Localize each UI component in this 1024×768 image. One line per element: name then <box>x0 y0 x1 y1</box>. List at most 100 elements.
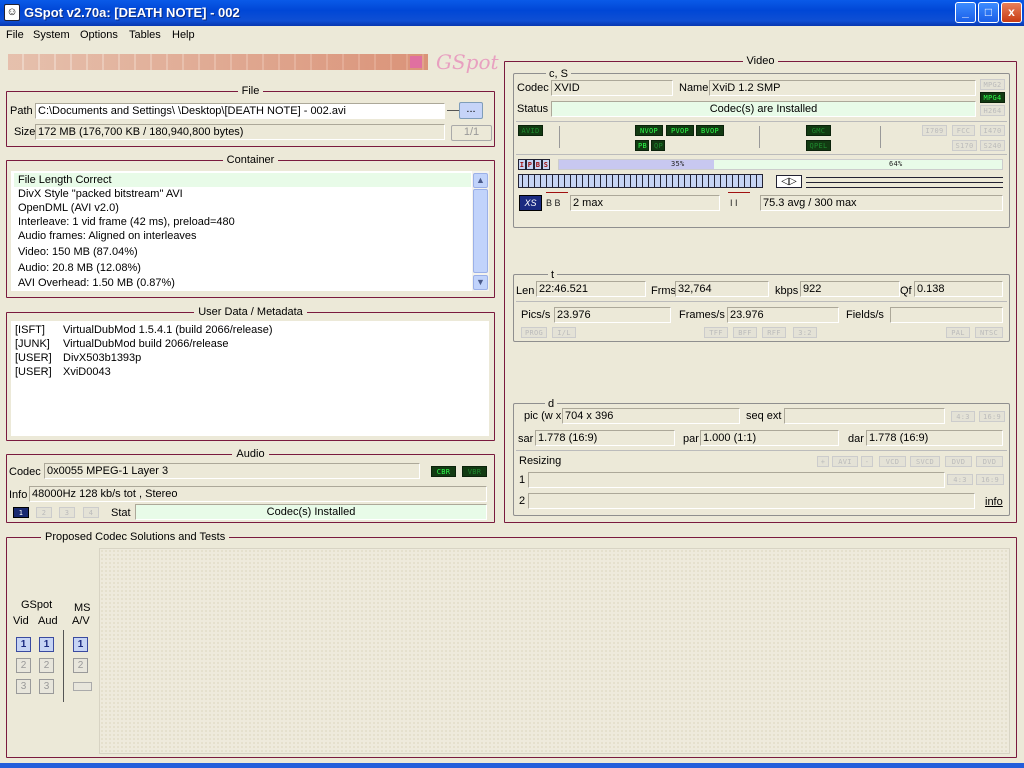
menu-help[interactable]: Help <box>172 29 195 41</box>
gspot-aud-1-button[interactable]: 1 <box>39 637 54 652</box>
ms-1-button[interactable]: 1 <box>73 637 88 652</box>
av-label: A/V <box>72 615 90 627</box>
gspot-vid-2-button[interactable]: 2 <box>16 658 31 673</box>
ms-2-button[interactable]: 2 <box>73 658 88 673</box>
nvop-badge: NVOP <box>635 125 663 136</box>
bar1-label: 35% <box>671 160 685 168</box>
gop-tick <box>522 175 523 187</box>
len-field: 22:46.521 <box>536 281 646 297</box>
i709-badge: I709 <box>922 125 947 136</box>
scroll-up-icon[interactable]: ▲ <box>473 173 488 188</box>
gop-strip <box>518 174 763 188</box>
gspot-label: GSpot <box>21 599 53 611</box>
ms-label: MS <box>74 602 91 614</box>
resize-plus-button[interactable]: + <box>817 456 829 467</box>
resize-avi-button[interactable]: AVI <box>832 456 858 467</box>
list-item: Audio frames: Aligned on interleaves <box>18 230 197 242</box>
mpg4-badge: MPG4 <box>980 92 1005 103</box>
resize-vcd-button[interactable]: VCD <box>879 456 906 467</box>
pics-label: Pics/s <box>521 309 551 321</box>
frame-type-b: B <box>534 159 542 170</box>
video-name-label: Name <box>679 82 709 94</box>
fields-label: Fields/s <box>846 309 884 321</box>
container-scrollbar[interactable]: ▲ ▼ <box>472 171 489 291</box>
list-item: OpenDML (AVI v2.0) <box>18 202 119 214</box>
audio-info-field: 48000Hz 128 kb/s tot , Stereo <box>29 486 487 502</box>
audio-stream-tab-1[interactable]: 1 <box>13 507 29 518</box>
page-indicator[interactable]: 1/1 <box>451 125 492 141</box>
ar-43-badge: 4:3 <box>951 411 975 422</box>
frame-ratio-fill <box>559 160 715 169</box>
close-button[interactable]: x <box>1001 2 1022 23</box>
flags-divider-2 <box>516 154 1007 155</box>
gspot-vid-1-button[interactable]: 1 <box>16 637 31 652</box>
play-icon: ◁▷ <box>776 175 802 188</box>
gop-line-2 <box>806 182 1003 183</box>
seqext-field <box>784 408 945 424</box>
browse-button[interactable]: ... <box>459 102 483 119</box>
gop-tick <box>720 175 721 187</box>
dimensions-divider <box>516 450 1007 451</box>
b-range-arrow <box>546 192 568 194</box>
audio-stream-tab-3[interactable]: 3 <box>59 507 75 518</box>
gspot-vid-3-button[interactable]: 3 <box>16 679 31 694</box>
gop-tick <box>528 175 529 187</box>
resize-169-badge: 16:9 <box>976 474 1004 485</box>
app-icon[interactable]: ☺ <box>4 4 20 21</box>
menu-system[interactable]: System <box>33 29 70 41</box>
dar-label: dar <box>848 433 864 445</box>
rff-badge: RFF <box>762 327 786 338</box>
h264-badge: H264 <box>980 105 1005 116</box>
list-item: File Length Correct <box>14 173 471 187</box>
pal-badge: PAL <box>946 327 970 338</box>
i470-badge: I470 <box>980 125 1005 136</box>
gop-tick <box>546 175 547 187</box>
gop-tick <box>606 175 607 187</box>
resize-dvd2-button[interactable]: DVD <box>976 456 1003 467</box>
maximize-button[interactable]: □ <box>978 2 999 23</box>
minimize-button[interactable]: _ <box>955 2 976 23</box>
resize-dvd-button[interactable]: DVD <box>945 456 972 467</box>
file-group-title: File <box>237 85 264 97</box>
gspot-aud-3-button[interactable]: 3 <box>39 679 54 694</box>
info-link[interactable]: info <box>985 495 1003 509</box>
menu-options[interactable]: Options <box>80 29 118 41</box>
audio-stream-tab-4[interactable]: 4 <box>83 507 99 518</box>
menu-tables[interactable]: Tables <box>129 29 161 41</box>
audio-stat-field: Codec(s) Installed <box>135 504 487 520</box>
container-group: Container File Length Correct DivX Style… <box>6 154 495 298</box>
video-name-field: XviD 1.2 SMP <box>709 80 976 96</box>
i-range-label: I I <box>730 198 738 208</box>
gspot-logo: GSpot <box>436 50 499 74</box>
resize-row-2-label: 2 <box>519 495 526 507</box>
proposed-results-area[interactable] <box>99 548 1010 754</box>
vid-label: Vid <box>13 615 29 627</box>
userdata-list[interactable]: [ISFT] VirtualDubMod 1.5.4.1 (build 2066… <box>11 321 489 436</box>
i-range-arrow <box>728 192 750 194</box>
gop-tick <box>552 175 553 187</box>
gop-tick <box>576 175 577 187</box>
path-field[interactable]: C:\Documents and Settings\ \Desktop\[DEA… <box>35 103 445 119</box>
scroll-thumb[interactable] <box>473 189 488 273</box>
gop-tick <box>654 175 655 187</box>
gspot-aud-2-button[interactable]: 2 <box>39 658 54 673</box>
resize-svcd-button[interactable]: SVCD <box>910 456 940 467</box>
fcc-badge: FCC <box>952 125 975 136</box>
audio-stream-tab-2[interactable]: 2 <box>36 507 52 518</box>
gop-tick <box>594 175 595 187</box>
scroll-down-icon[interactable]: ▼ <box>473 275 488 290</box>
avid-badge: AVID <box>518 125 543 136</box>
menu-file[interactable]: File <box>6 29 24 41</box>
resize-row-1-field <box>528 472 945 488</box>
resize-minus-button[interactable]: - <box>861 456 873 467</box>
container-list[interactable]: File Length Correct DivX Style "packed b… <box>11 171 489 291</box>
proposed-group: Proposed Codec Solutions and Tests GSpot… <box>6 530 1017 758</box>
userdata-group-title: User Data / Metadata <box>194 306 307 318</box>
qpel-badge: QPEL <box>806 140 831 151</box>
proposed-group-title: Proposed Codec Solutions and Tests <box>41 530 230 544</box>
dimensions-subgroup: d pic (w x h) 704 x 396 seq ext 4:3 16:9… <box>513 397 1010 516</box>
video-group-title: Video <box>742 55 779 67</box>
userdata-value: VirtualDubMod build 2066/release <box>63 338 229 350</box>
title-bar[interactable]: ☺ GSpot v2.70a: [DEATH NOTE] - 002 _ □ x <box>0 0 1024 26</box>
xs-icon[interactable]: XS <box>519 195 542 211</box>
